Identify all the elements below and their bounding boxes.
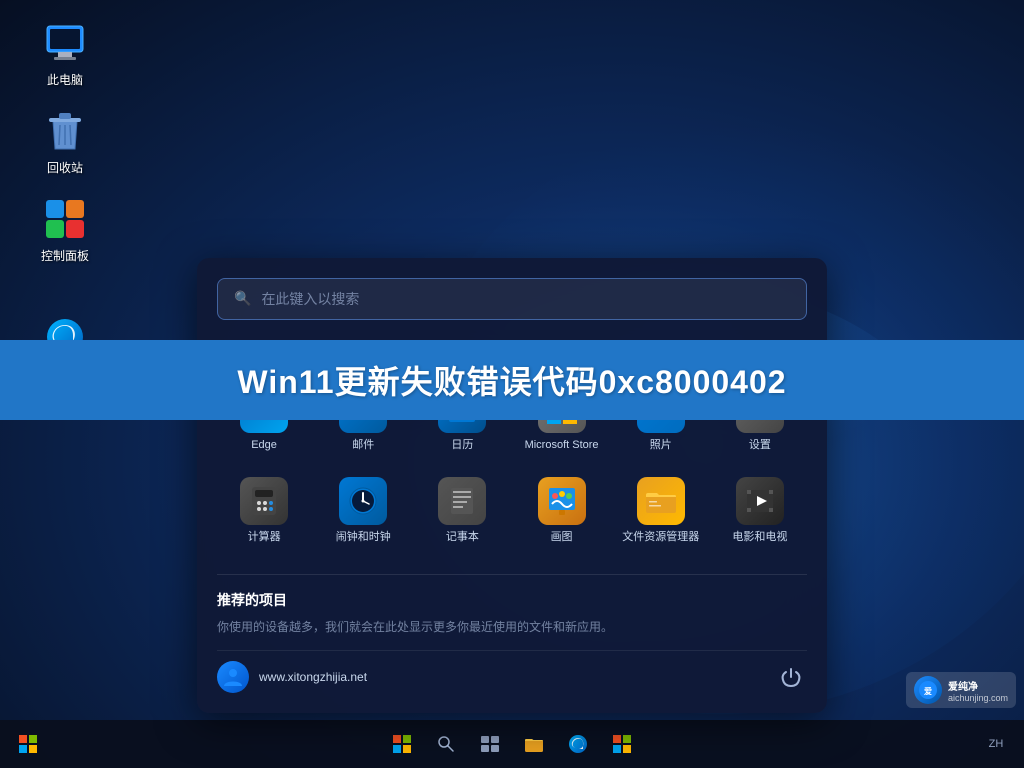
desktop-icons: 此电脑 回收站	[30, 20, 100, 360]
windows-logo-taskbar[interactable]	[10, 726, 46, 762]
calculator-icon	[240, 477, 288, 525]
start-menu-bottom: www.xitongzhijia.net	[217, 650, 807, 693]
explorer-label: 文件资源管理器	[622, 531, 699, 544]
search-placeholder: 在此键入以搜索	[261, 289, 359, 309]
svg-text:爱: 爱	[924, 686, 932, 696]
notepad-label: 记事本	[446, 531, 479, 544]
explorer-icon	[637, 477, 685, 525]
settings-label: 设置	[749, 439, 771, 452]
app-paint[interactable]: 画图	[514, 467, 608, 554]
paint-icon	[538, 477, 586, 525]
task-view-button[interactable]	[472, 726, 508, 762]
this-pc-icon	[42, 20, 88, 66]
control-panel-icon	[42, 196, 88, 242]
app-explorer[interactable]: 文件资源管理器	[614, 467, 708, 554]
app-notepad[interactable]: 记事本	[415, 467, 509, 554]
recommended-desc: 你使用的设备越多，我们就会在此处显示更多你最近使用的文件和新应用。	[217, 618, 807, 635]
taskbar-left	[10, 726, 46, 762]
recommended-section: 推荐的项目 你使用的设备越多，我们就会在此处显示更多你最近使用的文件和新应用。	[217, 574, 807, 635]
movies-label: 电影和电视	[732, 531, 787, 544]
clock-label: 闹钟和时钟	[336, 531, 391, 544]
watermark-text: 爱纯净 aichunjing.com	[948, 678, 1008, 703]
watermark: 爱 爱纯净 aichunjing.com	[906, 672, 1016, 708]
recommended-title: 推荐的项目	[217, 590, 807, 610]
taskbar-center	[384, 726, 640, 762]
calculator-label: 计算器	[248, 531, 281, 544]
user-avatar	[217, 661, 249, 693]
desktop-icon-recycle-bin[interactable]: 回收站	[30, 108, 100, 176]
desktop-icon-control-panel[interactable]: 控制面板	[30, 196, 100, 264]
taskbar: ZH	[0, 720, 1024, 768]
search-bar[interactable]: 🔍 在此键入以搜索	[217, 278, 807, 320]
user-info[interactable]: www.xitongzhijia.net	[217, 661, 367, 693]
paint-label: 画图	[551, 531, 573, 544]
app-clock[interactable]: 闹钟和时钟	[316, 467, 410, 554]
calendar-label: 日历	[451, 439, 473, 452]
start-menu: 🔍 在此键入以搜索 已固定 所有应用 › Edge	[197, 258, 827, 713]
start-button[interactable]	[384, 726, 420, 762]
recycle-bin-label: 回收站	[47, 159, 83, 176]
notepad-icon	[438, 477, 486, 525]
taskbar-explorer-button[interactable]	[516, 726, 552, 762]
system-tray[interactable]: ZH	[978, 726, 1014, 762]
search-icon: 🔍	[234, 290, 251, 307]
power-button[interactable]	[775, 661, 807, 693]
control-panel-label: 控制面板	[41, 247, 89, 264]
taskbar-right: ZH	[978, 726, 1014, 762]
banner-text: Win11更新失败错误代码0xc8000402	[237, 357, 786, 403]
user-name: www.xitongzhijia.net	[259, 670, 367, 684]
error-banner: Win11更新失败错误代码0xc8000402	[0, 340, 1024, 420]
app-movies[interactable]: 电影和电视	[713, 467, 807, 554]
recycle-bin-icon	[42, 108, 88, 154]
edge-label: Edge	[251, 439, 277, 452]
this-pc-label: 此电脑	[47, 71, 83, 88]
watermark-logo: 爱	[914, 676, 942, 704]
desktop-icon-this-pc[interactable]: 此电脑	[30, 20, 100, 88]
taskbar-edge-button[interactable]	[560, 726, 596, 762]
store-label: Microsoft Store	[525, 439, 599, 452]
photos-label: 照片	[650, 439, 672, 452]
app-calculator[interactable]: 计算器	[217, 467, 311, 554]
taskbar-store-button[interactable]	[604, 726, 640, 762]
clock-icon	[339, 477, 387, 525]
movies-icon	[736, 477, 784, 525]
taskbar-search-button[interactable]	[428, 726, 464, 762]
desktop: 此电脑 回收站	[0, 0, 1024, 768]
mail-label: 邮件	[352, 439, 374, 452]
